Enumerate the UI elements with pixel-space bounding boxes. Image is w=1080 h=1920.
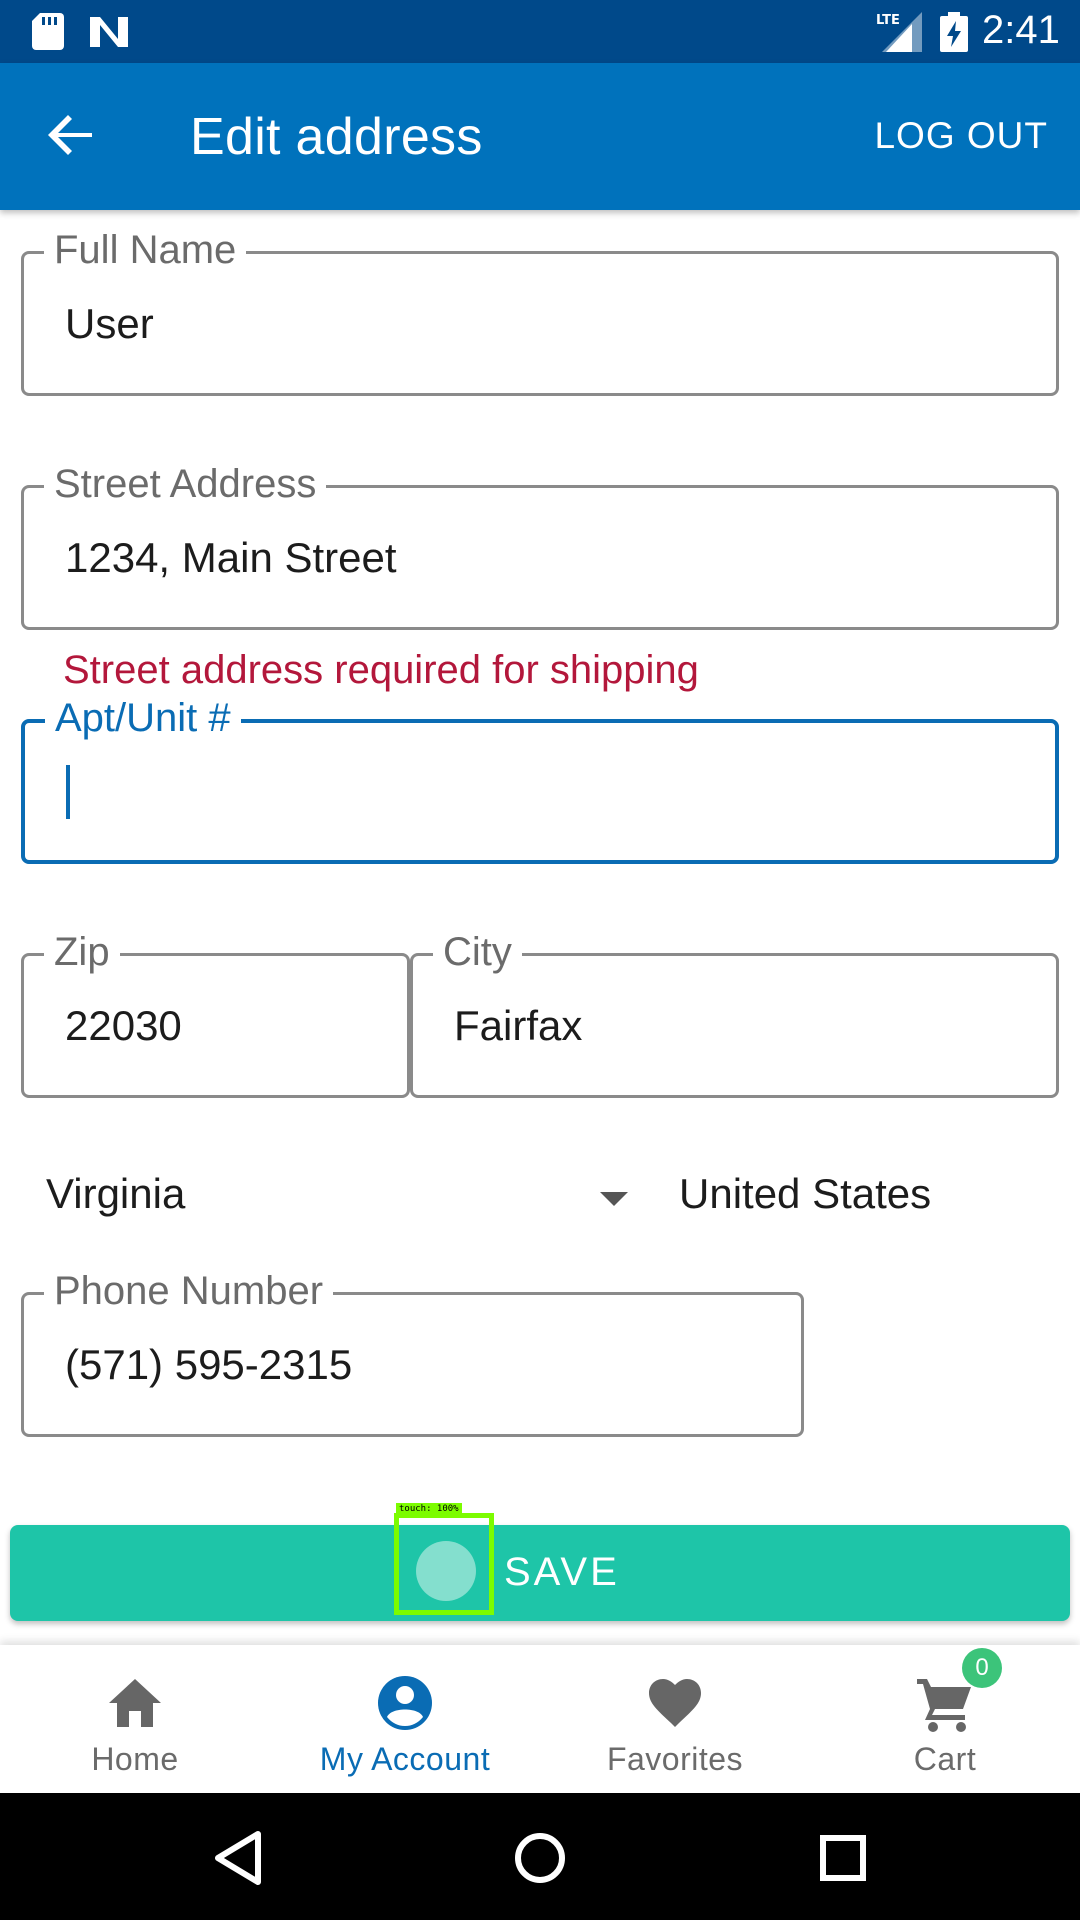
text-cursor bbox=[66, 765, 70, 819]
city-value: Fairfax bbox=[454, 1002, 583, 1049]
street-address-value: 1234, Main Street bbox=[65, 534, 397, 581]
app-bar: Edit address LOG OUT bbox=[0, 63, 1080, 210]
nav-cart[interactable]: Cart bbox=[810, 1645, 1080, 1793]
save-label: SAVE bbox=[504, 1550, 620, 1594]
street-address-field[interactable]: Street Address 1234, Main Street bbox=[21, 458, 1059, 630]
nav-favorites-label: Favorites bbox=[606, 1741, 744, 1777]
arrow-left-icon[interactable] bbox=[40, 103, 104, 167]
phone-value: (571) 595-2315 bbox=[65, 1341, 353, 1388]
lte-signal-icon: LTE bbox=[876, 12, 922, 52]
full-name-label: Full Name bbox=[44, 224, 247, 276]
nav-my-account[interactable]: My Account bbox=[270, 1645, 540, 1793]
city-field[interactable]: City Fairfax bbox=[410, 926, 1059, 1098]
touch-indicator-label: touch: 100% bbox=[396, 1503, 462, 1515]
clock-time: 2:41 bbox=[982, 8, 1060, 52]
apt-unit-label: Apt/Unit # bbox=[45, 692, 241, 744]
status-bar: LTE 2:41 bbox=[0, 0, 1080, 63]
home-icon bbox=[109, 1679, 161, 1727]
battery-charging-icon bbox=[940, 12, 968, 52]
nav-cart-label: Cart bbox=[913, 1741, 977, 1777]
back-triangle-icon[interactable] bbox=[210, 1828, 266, 1888]
zip-value: 22030 bbox=[65, 1002, 182, 1049]
phone-field[interactable]: Phone Number (571) 595-2315 bbox=[21, 1265, 804, 1437]
zip-field[interactable]: Zip 22030 bbox=[21, 926, 410, 1098]
svg-text:LTE: LTE bbox=[876, 13, 900, 28]
home-circle-icon[interactable] bbox=[512, 1828, 568, 1888]
nav-home-label: Home bbox=[91, 1741, 179, 1777]
cart-count-badge: 0 bbox=[962, 1648, 1002, 1688]
nav-home[interactable]: Home bbox=[0, 1645, 270, 1793]
touch-highlight-box bbox=[394, 1513, 494, 1615]
system-navigation-bar bbox=[0, 1793, 1080, 1920]
heart-icon bbox=[649, 1679, 701, 1727]
full-name-value: User bbox=[65, 300, 154, 347]
nav-favorites[interactable]: Favorites bbox=[540, 1645, 810, 1793]
chevron-down-icon[interactable] bbox=[600, 1192, 628, 1206]
logout-button[interactable]: LOG OUT bbox=[874, 115, 1048, 157]
cart-icon bbox=[917, 1679, 971, 1732]
bottom-navigation: Home My Account Favorites Cart bbox=[0, 1645, 1080, 1793]
sd-card-icon bbox=[32, 13, 64, 50]
street-address-error: Street address required for shipping bbox=[63, 648, 699, 692]
page-title: Edit address bbox=[190, 108, 483, 166]
save-button[interactable]: SAVE bbox=[10, 1525, 1070, 1621]
city-label: City bbox=[433, 926, 522, 978]
state-select[interactable]: Virginia bbox=[46, 1170, 185, 1218]
account-circle-icon bbox=[378, 1676, 432, 1730]
recent-apps-icon[interactable] bbox=[815, 1828, 871, 1888]
apt-unit-field[interactable]: Apt/Unit # bbox=[21, 692, 1059, 864]
nav-my-account-label: My Account bbox=[319, 1741, 491, 1777]
phone-label: Phone Number bbox=[44, 1265, 334, 1317]
zip-label: Zip bbox=[44, 926, 120, 978]
street-address-label: Street Address bbox=[44, 458, 327, 510]
full-name-field[interactable]: Full Name User bbox=[21, 224, 1059, 396]
n-logo-icon bbox=[90, 17, 128, 47]
country-value[interactable]: United States bbox=[679, 1170, 931, 1218]
